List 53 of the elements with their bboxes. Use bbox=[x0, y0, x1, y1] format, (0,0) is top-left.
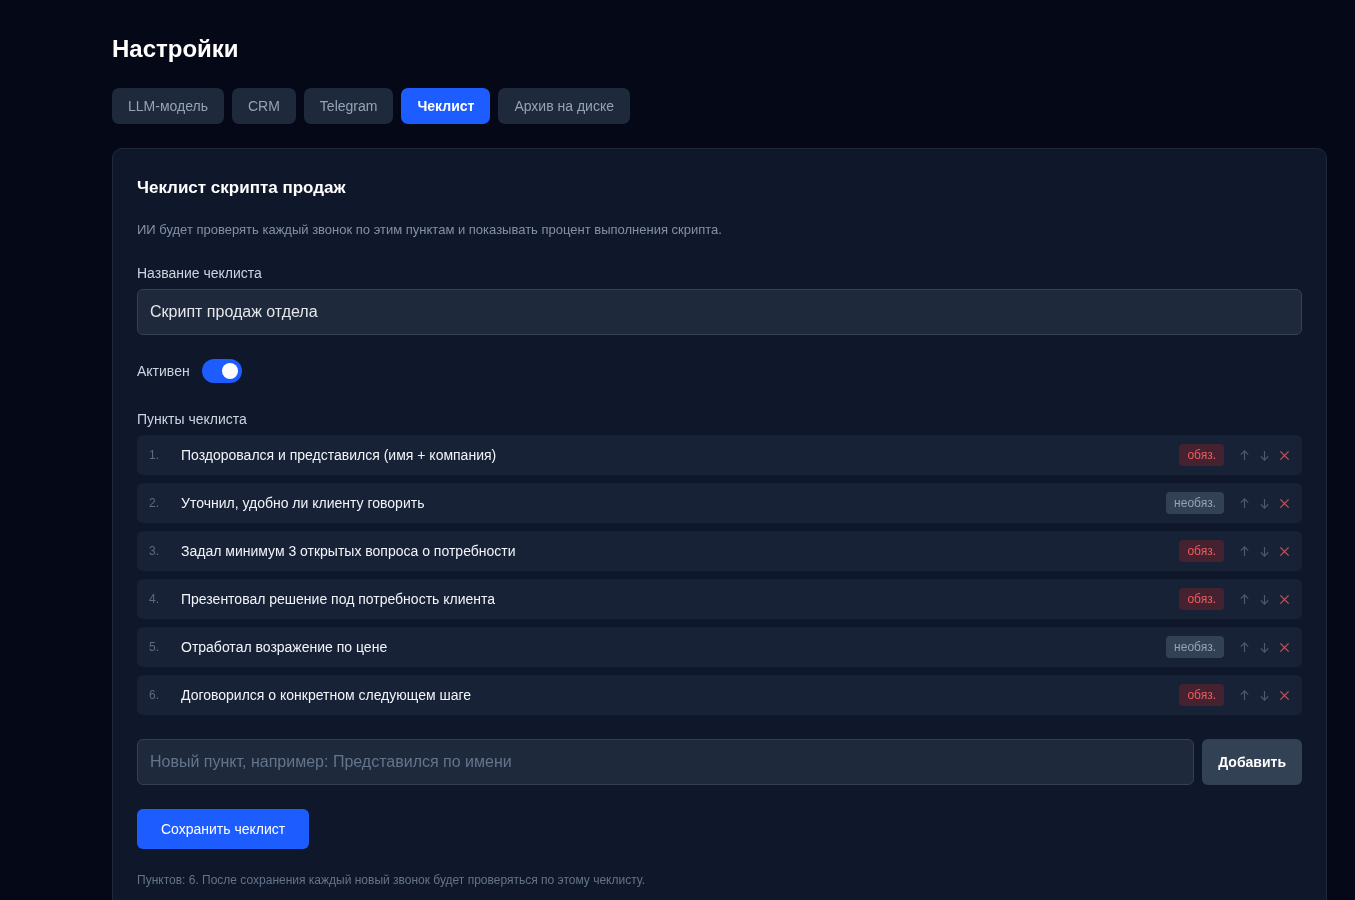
arrow-down-icon[interactable] bbox=[1259, 641, 1270, 653]
item-text: Договорился о конкретном следующем шаге bbox=[181, 687, 473, 703]
toggle-label: Активен bbox=[137, 363, 190, 379]
delete-icon[interactable] bbox=[1279, 449, 1290, 461]
required-badge[interactable]: обяз. bbox=[1179, 588, 1224, 610]
save-button[interactable]: Сохранить чеклист bbox=[137, 809, 310, 849]
delete-icon[interactable] bbox=[1279, 497, 1290, 509]
section-label: Пункты чеклиста bbox=[137, 411, 248, 427]
delete-icon[interactable] bbox=[1279, 545, 1290, 557]
description: ИИ будет проверять каждый звонок по этим пунктам и показывать процент выполнения скрипта. bbox=[137, 222, 723, 237]
active-toggle[interactable] bbox=[201, 359, 242, 383]
required-badge[interactable]: необяз. bbox=[1166, 492, 1224, 514]
item-number: 2. bbox=[149, 496, 160, 510]
delete-icon[interactable] bbox=[1279, 641, 1290, 653]
item-number: 1. bbox=[149, 448, 160, 462]
field-label: Название чеклиста bbox=[137, 265, 263, 281]
arrow-down-icon[interactable] bbox=[1259, 689, 1270, 701]
arrow-down-icon[interactable] bbox=[1259, 497, 1270, 509]
required-badge[interactable]: обяз. bbox=[1179, 444, 1224, 466]
delete-icon[interactable] bbox=[1279, 689, 1290, 701]
tab[interactable]: LLM-модель bbox=[112, 88, 224, 124]
item-number: 4. bbox=[149, 592, 160, 606]
item-number: 6. bbox=[149, 688, 160, 702]
card-title: Чеклист скрипта продаж bbox=[137, 177, 347, 199]
tab[interactable]: Чеклист bbox=[401, 88, 491, 124]
arrow-up-icon[interactable] bbox=[1239, 545, 1250, 557]
add-button[interactable]: Добавить bbox=[1202, 739, 1302, 785]
arrow-up-icon[interactable] bbox=[1239, 449, 1250, 461]
tab[interactable]: CRM bbox=[231, 88, 296, 124]
item-text: Уточнил, удобно ли клиенту говорить bbox=[181, 495, 426, 511]
footer-note: Пунктов: 6. После сохранения каждый новый звонок будет проверяться по этому чеклисту. bbox=[137, 873, 646, 887]
item-text: Отработал возражение по цене bbox=[181, 639, 389, 655]
arrow-up-icon[interactable] bbox=[1239, 689, 1250, 701]
tab[interactable]: Telegram bbox=[303, 88, 394, 124]
required-badge[interactable]: обяз. bbox=[1179, 540, 1224, 562]
item-number: 5. bbox=[149, 640, 160, 654]
item-text: Презентовал решение под потребность клиента bbox=[181, 591, 497, 607]
tab[interactable]: Архив на диске bbox=[498, 88, 630, 124]
arrow-down-icon[interactable] bbox=[1259, 545, 1270, 557]
required-badge[interactable]: обяз. bbox=[1179, 684, 1224, 706]
arrow-down-icon[interactable] bbox=[1259, 449, 1270, 461]
arrow-down-icon[interactable] bbox=[1259, 593, 1270, 605]
name-field[interactable]: Скрипт продаж отдела bbox=[137, 289, 1302, 335]
delete-icon[interactable] bbox=[1279, 593, 1290, 605]
item-text: Задал минимум 3 открытых вопроса о потребности bbox=[181, 543, 517, 559]
arrow-up-icon[interactable] bbox=[1239, 641, 1250, 653]
page-title: Настройки bbox=[112, 34, 240, 64]
arrow-up-icon[interactable] bbox=[1239, 497, 1250, 509]
required-badge[interactable]: необяз. bbox=[1166, 636, 1224, 658]
item-number: 3. bbox=[149, 544, 160, 558]
item-text: Поздоровался и представился (имя + компания) bbox=[181, 447, 498, 463]
new-item-field[interactable]: Новый пункт, например: Представился по имени bbox=[137, 739, 1195, 785]
arrow-up-icon[interactable] bbox=[1239, 593, 1250, 605]
